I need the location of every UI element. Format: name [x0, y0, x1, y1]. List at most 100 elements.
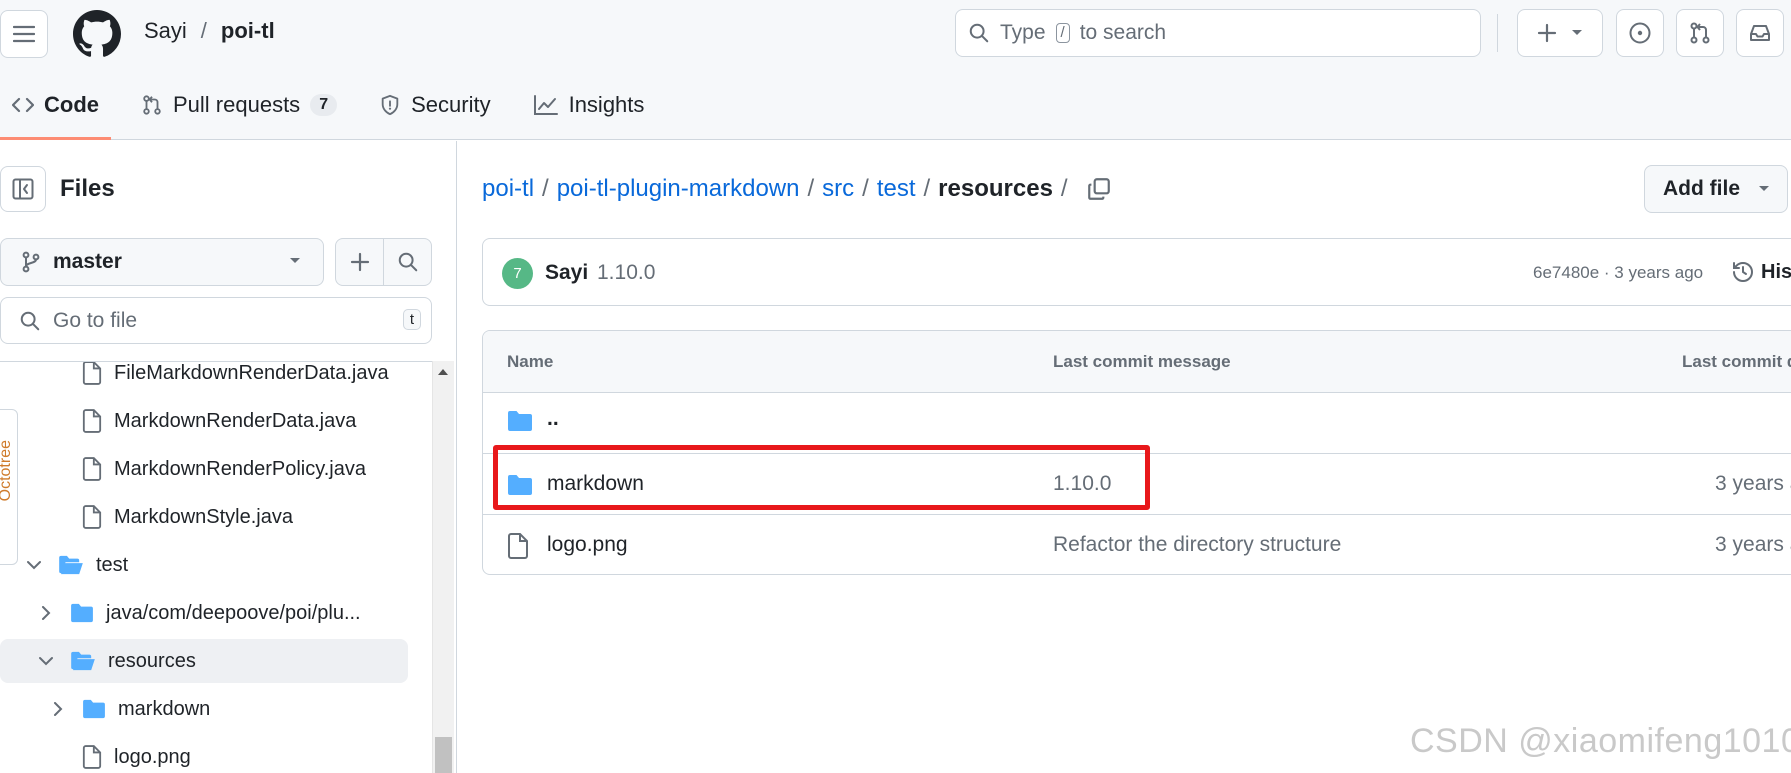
- folder-icon: [70, 603, 94, 623]
- collapse-sidebar-button[interactable]: [0, 166, 46, 212]
- column-header-date: Last commit date: [1682, 352, 1791, 371]
- tree-actions: [335, 238, 432, 286]
- breadcrumb-separator: /: [862, 175, 869, 202]
- tree-file-item[interactable]: MarkdownRenderPolicy.java: [0, 447, 408, 491]
- breadcrumb-separator: /: [1060, 175, 1068, 202]
- tab-code[interactable]: Code: [0, 70, 111, 140]
- breadcrumb-link-test[interactable]: test: [877, 175, 916, 203]
- tree-item-label: FileMarkdownRenderData.java: [114, 361, 389, 384]
- column-header-name: Name: [507, 352, 554, 371]
- commit-date: 3 years ago: [1715, 533, 1791, 556]
- plus-icon: [350, 252, 369, 272]
- repo-tabs: Code Pull requests 7 Security Insights: [0, 70, 656, 140]
- add-file-button[interactable]: Add file: [1644, 165, 1788, 213]
- tree-item-label: resources: [108, 649, 196, 672]
- repo-breadcrumb: Sayi / poi-tl: [144, 18, 275, 44]
- tree-folder-item[interactable]: test: [0, 543, 408, 587]
- breadcrumb-separator: /: [542, 175, 549, 202]
- sidebar-title: Files: [60, 175, 115, 202]
- parent-directory-link[interactable]: ..: [547, 407, 559, 431]
- add-file-tree-button[interactable]: [336, 239, 384, 285]
- column-header-message: Last commit message: [1053, 352, 1231, 371]
- repo-separator: /: [200, 18, 207, 43]
- inbox-button[interactable]: [1736, 9, 1784, 57]
- branch-name: master: [53, 250, 122, 273]
- tree-folder-item[interactable]: markdown: [0, 687, 408, 731]
- add-file-label: Add file: [1663, 177, 1740, 200]
- repo-owner-link[interactable]: Sayi: [144, 18, 187, 44]
- repo-name-link[interactable]: poi-tl: [221, 18, 275, 44]
- avatar[interactable]: 7: [502, 258, 533, 289]
- tree-item-label: MarkdownRenderData.java: [114, 409, 357, 432]
- table-row[interactable]: markdown 1.10.0 3 years ago: [483, 454, 1791, 515]
- tab-security[interactable]: Security: [367, 70, 502, 140]
- folder-icon: [82, 699, 106, 719]
- inbox-icon: [1750, 25, 1770, 41]
- caret-down-icon: [290, 258, 300, 263]
- chevron-down-icon[interactable]: [24, 560, 44, 570]
- git-branch-icon: [22, 251, 40, 273]
- commit-message-link[interactable]: 1.10.0: [1053, 472, 1111, 496]
- hamburger-icon: [13, 25, 35, 43]
- caret-down-icon: [1572, 30, 1582, 35]
- tree-folder-item[interactable]: resources: [0, 639, 408, 683]
- tree-file-item[interactable]: MarkdownStyle.java: [0, 495, 408, 539]
- caret-down-icon: [1759, 186, 1769, 191]
- history-button[interactable]: History: [1731, 260, 1791, 284]
- watermark: CSDN @xiaomifeng1010: [1410, 722, 1791, 760]
- commit-date: 3 years ago: [1715, 472, 1791, 495]
- tab-code-label: Code: [44, 92, 99, 117]
- commit-hash-and-time[interactable]: 6e7480e · 3 years ago: [1533, 263, 1703, 283]
- file-icon: [82, 457, 102, 481]
- parent-directory-row[interactable]: ..: [483, 393, 1791, 454]
- global-search-input[interactable]: Type / to search: [955, 9, 1481, 57]
- search-prefix: Type: [1000, 21, 1046, 44]
- code-icon: [12, 97, 34, 113]
- menu-button[interactable]: [0, 10, 48, 58]
- file-name-link[interactable]: markdown: [547, 472, 644, 496]
- tree-scrollbar[interactable]: [432, 361, 454, 773]
- search-tree-button[interactable]: [384, 239, 431, 285]
- tree-item-label: java/com/deepoove/poi/plu...: [106, 601, 361, 624]
- tab-security-label: Security: [411, 92, 491, 117]
- commit-message[interactable]: 1.10.0: [597, 261, 655, 285]
- chevron-right-icon[interactable]: [48, 702, 68, 716]
- tree-file-item[interactable]: MarkdownRenderData.java: [0, 399, 408, 443]
- chevron-right-icon[interactable]: [36, 606, 56, 620]
- breadcrumb-link-root[interactable]: poi-tl: [482, 175, 534, 203]
- tree-file-item[interactable]: logo.png: [0, 735, 408, 773]
- copy-path-button[interactable]: [1086, 176, 1112, 202]
- folder-open-icon: [70, 651, 96, 671]
- create-new-button[interactable]: [1517, 9, 1603, 57]
- tab-pull-requests[interactable]: Pull requests 7: [129, 70, 349, 140]
- scroll-up-arrow-icon[interactable]: [437, 367, 449, 377]
- table-row[interactable]: logo.png Refactor the directory structur…: [483, 515, 1791, 574]
- file-icon: [82, 362, 102, 385]
- tree-folder-item[interactable]: java/com/deepoove/poi/plu...: [0, 591, 408, 635]
- search-suffix: to search: [1079, 21, 1167, 44]
- breadcrumb-separator: /: [807, 175, 815, 202]
- shield-icon: [381, 94, 399, 116]
- file-table: Name Last commit message Last commit dat…: [482, 330, 1791, 575]
- breadcrumb-link-module[interactable]: poi-tl-plugin-markdown: [557, 175, 800, 203]
- go-to-file-input[interactable]: Go to file t: [0, 297, 432, 344]
- folder-icon: [508, 411, 532, 431]
- octotree-toggle[interactable]: Octotree: [0, 409, 18, 565]
- search-shortcut-key: /: [1055, 23, 1070, 43]
- file-name-link[interactable]: logo.png: [547, 533, 628, 557]
- branch-selector[interactable]: master: [0, 238, 324, 286]
- search-icon: [398, 252, 417, 272]
- issues-button[interactable]: [1616, 9, 1664, 57]
- table-header: Name Last commit message Last commit dat…: [483, 331, 1791, 393]
- pull-requests-button[interactable]: [1676, 9, 1724, 57]
- commit-author[interactable]: Sayi: [545, 261, 588, 285]
- tree-file-item[interactable]: FileMarkdownRenderData.java: [0, 361, 408, 395]
- tab-insights[interactable]: Insights: [521, 70, 657, 140]
- plus-icon: [1537, 23, 1557, 43]
- github-logo-icon[interactable]: [73, 10, 121, 58]
- commit-message-link[interactable]: Refactor the directory structure: [1053, 533, 1341, 557]
- tree-item-label: MarkdownRenderPolicy.java: [114, 457, 366, 480]
- chevron-down-icon[interactable]: [36, 656, 56, 666]
- breadcrumb-link-src[interactable]: src: [822, 175, 854, 203]
- scrollbar-thumb[interactable]: [435, 737, 452, 773]
